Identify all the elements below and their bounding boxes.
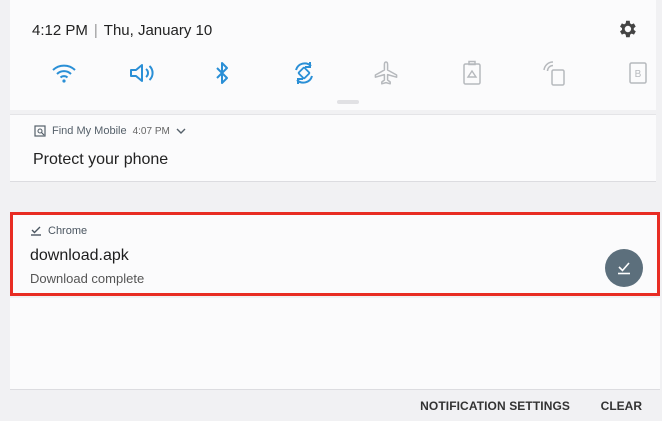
notification-shade: 4:12 PM | Thu, January 10 B Find My Mobi… (0, 0, 662, 421)
download-complete-button[interactable] (605, 249, 643, 287)
find-my-mobile-title: Protect your phone (33, 151, 169, 168)
notification-settings-button[interactable]: NOTIFICATION SETTINGS (420, 399, 570, 413)
notification-footer: NOTIFICATION SETTINGS CLEAR (10, 390, 660, 421)
download-done-icon (618, 262, 630, 275)
status-time: 4:12 PM (32, 22, 88, 39)
bluetooth-icon[interactable] (202, 56, 242, 90)
quick-settings-row: B (22, 56, 662, 90)
panel-drag-handle[interactable] (337, 100, 359, 104)
chevron-down-icon[interactable] (176, 127, 186, 135)
status-separator: | (93, 22, 98, 39)
mobile-hotspot-icon[interactable] (534, 56, 574, 90)
blue-light-filter-icon[interactable]: B (618, 56, 658, 90)
auto-rotate-icon[interactable] (284, 56, 324, 90)
download-file-name: download.apk (30, 247, 129, 264)
sound-icon[interactable] (122, 56, 162, 90)
find-my-mobile-notification[interactable]: Find My Mobile 4:07 PM Protect your phon… (10, 114, 656, 182)
chrome-app-name: Chrome (48, 225, 88, 237)
find-my-mobile-app-name: Find My Mobile (52, 125, 127, 137)
power-saving-icon[interactable] (452, 56, 492, 90)
find-my-mobile-time: 4:07 PM (132, 125, 170, 137)
download-status: Download complete (30, 271, 145, 286)
find-my-mobile-icon (34, 125, 46, 137)
chrome-download-notification[interactable]: Chrome download.apk Download complete (10, 212, 660, 296)
wifi-icon[interactable] (44, 56, 84, 90)
svg-text:B: B (635, 69, 642, 80)
chrome-notification-header: Chrome (30, 225, 87, 237)
status-date: Thu, January 10 (103, 22, 213, 39)
airplane-mode-icon[interactable] (366, 56, 406, 90)
download-done-icon (31, 226, 41, 236)
settings-gear-icon[interactable] (616, 18, 638, 40)
status-row: 4:12 PM | Thu, January 10 (32, 22, 212, 39)
notification-list-empty-area (10, 298, 660, 390)
find-my-mobile-header: Find My Mobile 4:07 PM (34, 125, 186, 137)
clear-button[interactable]: CLEAR (601, 399, 642, 413)
quick-settings-panel: 4:12 PM | Thu, January 10 B (10, 0, 656, 110)
